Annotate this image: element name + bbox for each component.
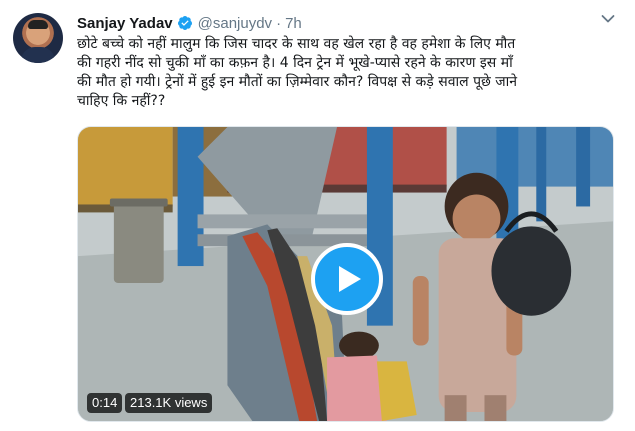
tweet-header: Sanjay Yadav @sanjuydv · 7h — [77, 13, 302, 33]
play-icon — [339, 266, 361, 292]
tweet-card[interactable]: Sanjay Yadav @sanjuydv · 7h छोटे बच्चे क… — [0, 0, 635, 431]
tweet-text-line: छोटे बच्चे को नहीं मालुम कि जिस चादर के … — [77, 36, 516, 52]
tweet-text-line: की गहरी नींद सो चुकी माँ का कफ़न है। 4 द… — [77, 55, 513, 71]
author-handle[interactable]: @sanjuydv — [198, 15, 272, 32]
tweet-text-line: की मौत हो गयी। ट्रेनों में हुई इन मौतों … — [77, 74, 518, 90]
separator-dot: · — [276, 14, 282, 32]
video-player[interactable]: 0:14 213.1K views — [77, 126, 614, 422]
avatar-hair — [28, 20, 48, 29]
video-view-count: 213.1K views — [125, 393, 213, 413]
play-button[interactable] — [311, 243, 383, 315]
verified-badge-icon — [177, 16, 192, 30]
video-duration: 0:14 — [87, 393, 123, 413]
avatar[interactable] — [13, 13, 63, 63]
tweet-text-line: चाहिए कि नहीं?? — [77, 93, 166, 109]
tweet-text: छोटे बच्चे को नहीं मालुम कि जिस चादर के … — [77, 35, 615, 111]
avatar-shirt — [21, 47, 55, 63]
chevron-down-icon[interactable] — [601, 14, 615, 24]
tweet-timestamp[interactable]: 7h — [285, 15, 302, 32]
author-name[interactable]: Sanjay Yadav — [77, 15, 173, 32]
